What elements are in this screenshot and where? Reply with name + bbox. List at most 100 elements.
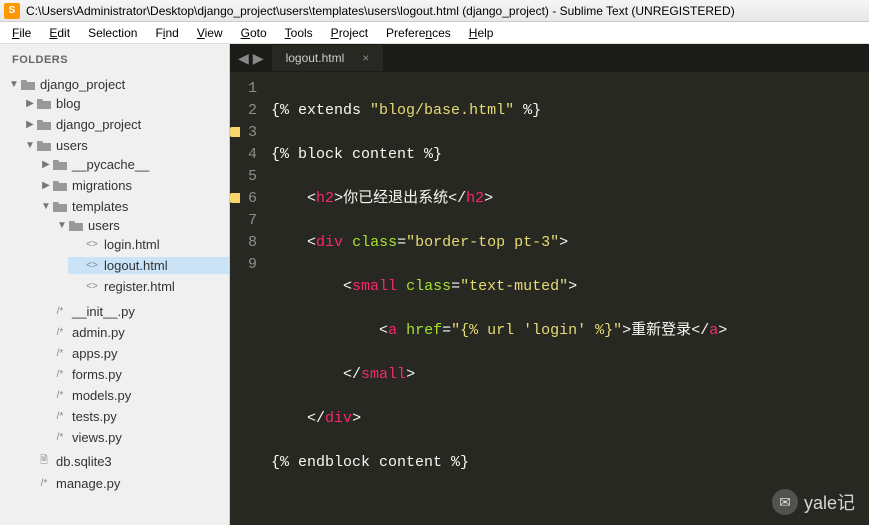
menu-help[interactable]: Help (461, 24, 502, 42)
chevron-down-icon: ▼ (8, 79, 20, 90)
tree-folder-pycache[interactable]: ▶ __pycache__ (36, 156, 229, 173)
tree-file-dbsqlite[interactable]: 🗎 db.sqlite3 (20, 452, 229, 471)
tree-label: manage.py (56, 476, 120, 491)
tree-label: migrations (72, 178, 132, 193)
menu-goto[interactable]: Goto (233, 24, 275, 42)
tree-file-logout[interactable]: <> logout.html (68, 257, 229, 274)
line-number: 8 (248, 232, 257, 254)
tree-label: users (56, 138, 88, 153)
html-file-icon: <> (84, 260, 100, 271)
py-file-icon: /* (36, 478, 52, 489)
app-icon: S (4, 3, 20, 19)
tree-folder-users[interactable]: ▼ users (20, 137, 229, 154)
chevron-right-icon: ▶ (40, 180, 52, 191)
tab-label: logout.html (286, 51, 345, 65)
folder-icon (68, 220, 84, 231)
tree-label: blog (56, 96, 81, 111)
tree-label: login.html (104, 237, 160, 252)
folder-icon (52, 180, 68, 191)
py-file-icon: /* (52, 411, 68, 422)
tree-folder-root[interactable]: ▼ django_project (4, 76, 229, 93)
menu-find[interactable]: Find (147, 24, 186, 42)
line-number: 3 (248, 122, 257, 144)
menu-selection[interactable]: Selection (80, 24, 145, 42)
sidebar: FOLDERS ▼django_project ▶blog ▶django_pr… (0, 44, 230, 525)
menu-project[interactable]: Project (323, 24, 376, 42)
chevron-right-icon: ▶ (24, 119, 36, 130)
py-file-icon: /* (52, 348, 68, 359)
tree-folder-django-project[interactable]: ▶django_project (20, 116, 229, 133)
code-editor[interactable]: 1 2 3 4 5 6 7 8 9 {% extends "blog/base.… (230, 72, 869, 525)
code-text[interactable]: {% extends "blog/base.html" %} {% block … (271, 72, 727, 525)
tree-file-register[interactable]: <> register.html (68, 278, 229, 295)
py-file-icon: /* (52, 306, 68, 317)
tree-label: admin.py (72, 325, 125, 340)
tree-file-manage[interactable]: /* manage.py (20, 475, 229, 492)
tree-file-admin[interactable]: /* admin.py (36, 324, 229, 341)
file-icon: 🗎 (36, 453, 52, 470)
tree-folder-blog[interactable]: ▶ blog (20, 95, 229, 112)
line-number: 1 (248, 78, 257, 100)
line-number: 2 (248, 100, 257, 122)
tree-file-views[interactable]: /* views.py (36, 429, 229, 446)
html-file-icon: <> (84, 239, 100, 250)
chevron-right-icon: ▶ (24, 98, 36, 109)
tree-label: users (88, 218, 120, 233)
folder-tree: ▼ django_project ▶ blog ▶django_project ▼ u… (4, 74, 229, 496)
tree-label: logout.html (104, 258, 168, 273)
tree-file-login[interactable]: <> login.html (68, 236, 229, 253)
folder-icon (36, 140, 52, 151)
tree-file-apps[interactable]: /* apps.py (36, 345, 229, 362)
tree-file-forms[interactable]: /* forms.py (36, 366, 229, 383)
tree-label: views.py (72, 430, 122, 445)
chevron-down-icon: ▼ (24, 140, 36, 151)
gutter: 1 2 3 4 5 6 7 8 9 (230, 72, 271, 525)
py-file-icon: /* (52, 369, 68, 380)
tab-logout[interactable]: logout.html × (272, 45, 385, 71)
tree-file-models[interactable]: /* models.py (36, 387, 229, 404)
menu-tools[interactable]: Tools (277, 24, 321, 42)
tree-label: templates (72, 199, 128, 214)
folder-icon (20, 79, 36, 90)
tree-label: __pycache__ (72, 157, 149, 172)
py-file-icon: /* (52, 390, 68, 401)
titlebar: S C:\Users\Administrator\Desktop\django_… (0, 0, 869, 22)
html-file-icon: <> (84, 281, 100, 292)
nav-forward-icon[interactable]: ▶ (253, 50, 264, 67)
chevron-down-icon: ▼ (40, 201, 52, 212)
tree-label: db.sqlite3 (56, 454, 112, 469)
line-number: 4 (248, 144, 257, 166)
menu-preferences[interactable]: Preferences (378, 24, 459, 42)
folder-icon (52, 201, 68, 212)
tree-folder-templates[interactable]: ▼ templates (36, 198, 229, 215)
tree-file-init[interactable]: /* __init__.py (36, 303, 229, 320)
tree-file-tests[interactable]: /*tests.py (36, 408, 229, 425)
menu-file[interactable]: File (4, 24, 39, 42)
tree-label: register.html (104, 279, 175, 294)
tree-folder-users-inner[interactable]: ▼ users (52, 217, 229, 234)
tree-folder-migrations[interactable]: ▶ migrations (36, 177, 229, 194)
tree-label: django_project (40, 77, 125, 92)
nav-back-icon[interactable]: ◀ (238, 50, 249, 67)
py-file-icon: /* (52, 432, 68, 443)
folder-icon (36, 98, 52, 109)
tree-label: forms.py (72, 367, 122, 382)
watermark: ✉ yale记 (772, 489, 855, 515)
folder-icon (52, 159, 68, 170)
py-file-icon: /* (52, 327, 68, 338)
chevron-right-icon: ▶ (40, 159, 52, 170)
chevron-down-icon: ▼ (56, 220, 68, 231)
window-title: C:\Users\Administrator\Desktop\django_pr… (26, 4, 735, 18)
tree-label: apps.py (72, 346, 118, 361)
editor-area: ◀ ▶ logout.html × 1 2 3 4 5 6 7 8 9 {% e… (230, 44, 869, 525)
menu-edit[interactable]: Edit (41, 24, 78, 42)
line-number: 5 (248, 166, 257, 188)
line-number: 7 (248, 210, 257, 232)
watermark-text: yale记 (804, 489, 855, 515)
folder-icon (36, 119, 52, 130)
menu-view[interactable]: View (189, 24, 231, 42)
tree-label: __init__.py (72, 304, 135, 319)
menubar: File Edit Selection Find View Goto Tools… (0, 22, 869, 44)
close-icon[interactable]: × (362, 51, 369, 65)
tree-label: models.py (72, 388, 131, 403)
